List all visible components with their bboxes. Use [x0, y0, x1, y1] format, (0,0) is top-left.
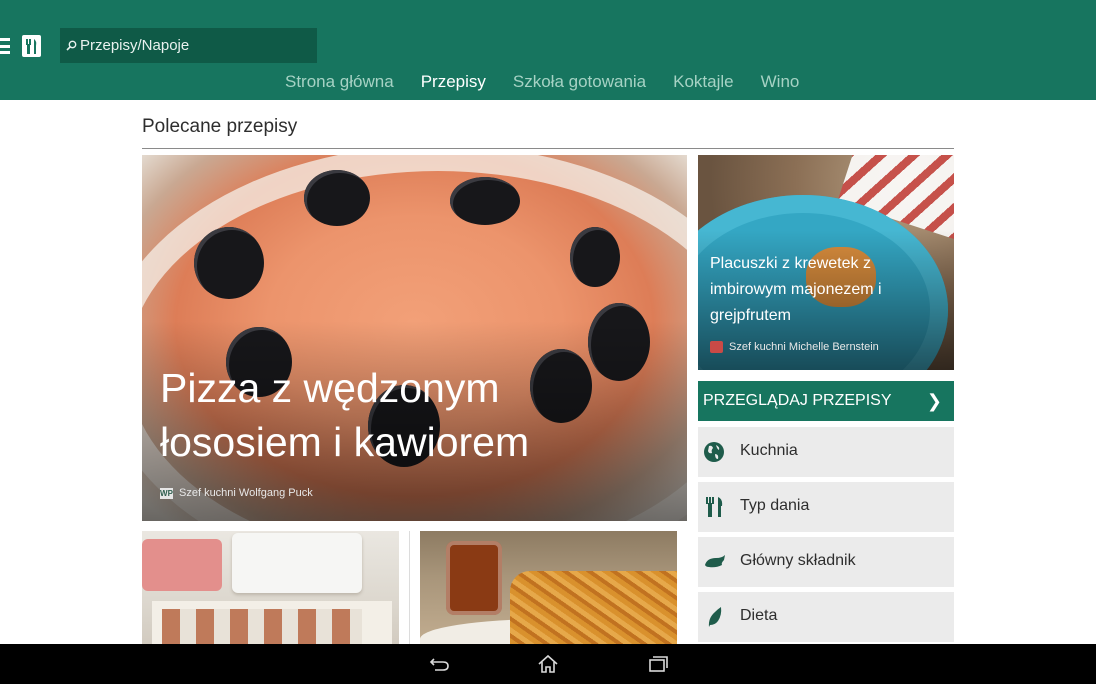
hero-recipe-card[interactable]: Pizza z wędzonym łososiem i kawiorem WP … [142, 155, 687, 521]
section-divider [142, 148, 954, 149]
side-card-author: Szef kuchni Michelle Bernstein [710, 341, 879, 353]
utensils-icon [706, 497, 723, 517]
main-nav: Strona główna Przepisy Szkoła gotowania … [285, 72, 799, 96]
hero-title: Pizza z wędzonym łososiem i kawiorem [160, 365, 530, 465]
tab-recipes[interactable]: Przepisy [421, 72, 486, 96]
home-icon[interactable] [536, 654, 560, 674]
ingredient-icon [705, 555, 725, 568]
chef-logo-icon: WP [160, 487, 173, 499]
tab-cocktails[interactable]: Koktajle [673, 72, 733, 96]
browse-item-label: Typ dania [740, 497, 810, 514]
tile-image-part [510, 571, 677, 644]
tab-home[interactable]: Strona główna [285, 72, 394, 96]
recent-apps-icon[interactable] [646, 654, 670, 674]
browse-item-diet[interactable]: Dieta [698, 592, 954, 642]
tile-image-part [142, 539, 222, 591]
chevron-right-icon: ❯ [926, 391, 942, 411]
browse-item-label: Dieta [740, 607, 778, 624]
tile-divider [409, 531, 410, 644]
browse-recipes-header[interactable]: PRZEGLĄDAJ PRZEPISY ❯ [698, 381, 954, 421]
system-navigation-bar [0, 644, 1096, 684]
caviar-mark [450, 177, 520, 225]
tile-image-part [232, 533, 362, 593]
recipe-tile[interactable] [420, 531, 677, 644]
caviar-mark [304, 170, 370, 226]
browse-item-cuisine[interactable]: Kuchnia [698, 427, 954, 477]
back-icon[interactable] [428, 654, 452, 674]
globe-icon [704, 442, 724, 462]
search-input[interactable] [80, 28, 310, 63]
app-header: Strona główna Przepisy Szkoła gotowania … [0, 0, 1096, 100]
app-logo-icon[interactable] [22, 35, 41, 57]
browse-item-label: Kuchnia [740, 442, 798, 459]
search-icon [66, 40, 77, 51]
tab-wine[interactable]: Wino [761, 72, 800, 96]
browse-item-main-ingredient[interactable]: Główny składnik [698, 537, 954, 587]
search-box[interactable] [60, 28, 317, 63]
tab-cooking-school[interactable]: Szkoła gotowania [513, 72, 646, 96]
chef-avatar-icon [710, 341, 723, 353]
tile-image-part [446, 541, 502, 615]
hero-author: WP Szef kuchni Wolfgang Puck [160, 487, 313, 499]
section-title: Polecane przepisy [142, 116, 298, 137]
tile-image-part [162, 609, 362, 644]
menu-icon[interactable] [0, 38, 10, 54]
browse-item-label: Główny składnik [740, 552, 856, 569]
browse-item-dish-type[interactable]: Typ dania [698, 482, 954, 532]
side-card-title: Placuszki z krewetek z imbirowym majonez… [710, 255, 882, 324]
hero-author-label: Szef kuchni Wolfgang Puck [179, 487, 313, 499]
leaf-icon [708, 607, 722, 627]
caviar-mark [570, 227, 620, 287]
caviar-mark [194, 227, 264, 299]
browse-header-label: PRZEGLĄDAJ PRZEPISY [703, 392, 892, 409]
side-recipe-card[interactable]: Placuszki z krewetek z imbirowym majonez… [698, 155, 954, 370]
recipe-tile[interactable] [142, 531, 399, 644]
side-author-label: Szef kuchni Michelle Bernstein [729, 341, 879, 353]
